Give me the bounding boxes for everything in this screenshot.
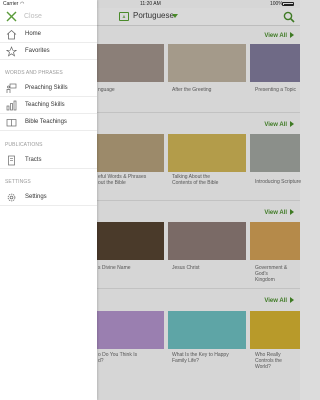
chevron-down-icon[interactable]	[172, 14, 178, 18]
drawer-item-bible-teachings[interactable]: Bible Teachings	[0, 114, 97, 131]
battery-icon	[282, 2, 294, 6]
video-thumbnail[interactable]	[168, 222, 246, 260]
drawer-item-home[interactable]: Home	[0, 26, 97, 43]
star-icon	[6, 46, 17, 57]
drawer-item-teaching-skills[interactable]: Teaching Skills	[0, 97, 97, 114]
status-bar: Carrier ◠ 11:20 AM 100%	[0, 0, 300, 8]
video-thumbnail[interactable]	[96, 222, 164, 260]
video-thumbnail[interactable]	[250, 44, 300, 82]
drawer-item-favorites[interactable]: Favorites	[0, 43, 97, 60]
drawer-item-settings[interactable]: Settings	[0, 189, 97, 206]
video-thumbnail[interactable]	[168, 311, 246, 349]
search-icon[interactable]	[283, 11, 295, 23]
gear-icon	[7, 193, 16, 202]
carrier-label: Carrier	[3, 1, 19, 7]
video-thumbnail[interactable]	[96, 311, 164, 349]
view-all-button[interactable]: View All	[264, 32, 294, 39]
video-caption: nguage	[98, 87, 115, 93]
language-badge: A	[119, 12, 129, 21]
drawer-item-label: Preaching Skills	[25, 85, 68, 91]
video-caption: Presenting a Topic	[255, 87, 297, 93]
video-caption: After the Greeting	[172, 87, 212, 93]
battery-percent: 100%	[270, 1, 283, 7]
video-caption: Jesus Christ	[172, 265, 200, 271]
video-caption: Introducing Scripture	[255, 179, 302, 185]
video-caption: Government & God's Kingdom	[255, 265, 288, 283]
book-icon	[6, 119, 17, 127]
drawer-item-label: Settings	[25, 194, 47, 200]
navigation-drawer: Close Home Favorites WORDS AND PHRASES P…	[0, 0, 97, 400]
drawer-item-label: Favorites	[25, 48, 50, 54]
drawer-item-label: Home	[25, 31, 42, 37]
section-header-publications: PUBLICATIONS	[5, 142, 43, 148]
drawer-item-label: Bible Teachings	[25, 119, 67, 125]
view-all-button[interactable]: View All	[264, 209, 294, 216]
drawer-item-label: Tracts	[25, 157, 42, 163]
drawer-item-tracts[interactable]: Tracts	[0, 152, 97, 169]
tract-icon	[8, 155, 15, 166]
video-caption: What Is the Key to Happy Family Life?	[172, 352, 229, 364]
section-header-settings: SETTINGS	[5, 179, 31, 185]
presentation-icon	[6, 83, 17, 93]
video-thumbnail[interactable]	[96, 134, 164, 172]
video-caption: Who Really Controls the World?	[255, 352, 282, 370]
video-caption: o Do You Think Is d?	[98, 352, 138, 364]
drawer-header: Close	[0, 8, 97, 26]
view-all-button[interactable]: View All	[264, 297, 294, 304]
bar-chart-icon	[6, 100, 17, 111]
close-button[interactable]: Close	[24, 13, 42, 20]
wifi-icon: ◠	[20, 1, 25, 7]
home-icon	[6, 29, 17, 40]
language-selector[interactable]: Portuguese	[133, 11, 174, 20]
video-caption: s Divine Name	[98, 265, 131, 271]
video-thumbnail[interactable]	[250, 222, 300, 260]
view-all-button[interactable]: View All	[264, 121, 294, 128]
close-icon[interactable]	[6, 11, 17, 22]
video-thumbnail[interactable]	[168, 134, 246, 172]
video-thumbnail[interactable]	[250, 134, 300, 172]
clock: 11:20 AM	[140, 1, 161, 7]
video-thumbnail[interactable]	[250, 311, 300, 349]
drawer-item-preaching-skills[interactable]: Preaching Skills	[0, 80, 97, 97]
video-caption: eful Words & Phrases out the Bible	[98, 174, 147, 186]
video-thumbnail[interactable]	[96, 44, 164, 82]
drawer-item-label: Teaching Skills	[25, 102, 65, 108]
video-thumbnail[interactable]	[168, 44, 246, 82]
section-header-words: WORDS AND PHRASES	[5, 70, 63, 76]
video-caption: Talking About the Contents of the Bible	[172, 174, 219, 186]
